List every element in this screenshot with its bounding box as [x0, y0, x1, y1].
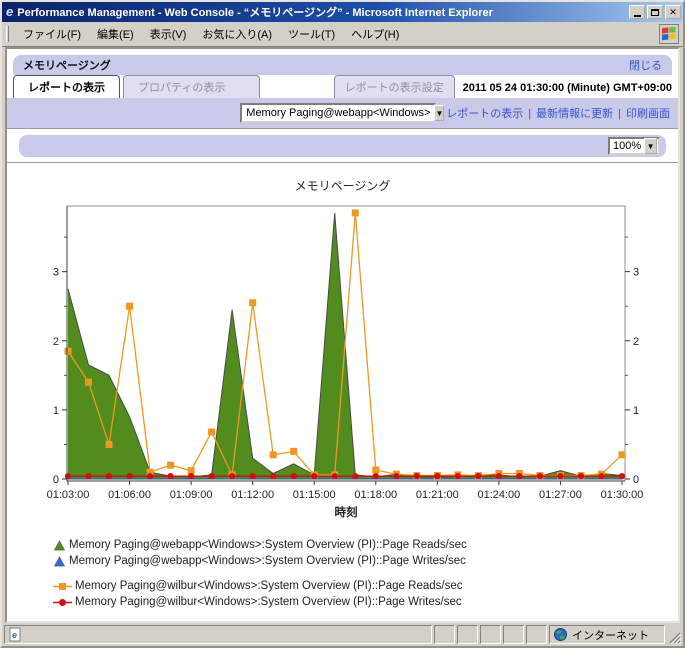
svg-text:01:24:00: 01:24:00	[477, 489, 520, 501]
svg-text:0: 0	[53, 474, 59, 486]
zoom-bar: 100% ▼	[19, 135, 666, 157]
panel-header: メモリページング 閉じる	[13, 55, 672, 75]
status-panel	[434, 625, 455, 644]
zoom-select-value: 100%	[610, 140, 644, 152]
menu-grip	[6, 26, 9, 42]
title-bar: e Performance Management - Web Console -…	[2, 2, 683, 22]
report-select[interactable]: Memory Paging@webapp<Windows> ▼	[240, 103, 436, 123]
legend-group: Memory Paging@webapp<Windows>:System Ove…	[53, 537, 678, 569]
legend-item: Memory Paging@wilbur<Windows>:System Ove…	[53, 578, 678, 594]
menu-file[interactable]: ファイル(F)	[15, 23, 89, 45]
minimize-button[interactable]	[629, 5, 645, 19]
status-panel	[457, 625, 478, 644]
svg-text:01:27:00: 01:27:00	[539, 489, 582, 501]
status-bar: e インターネット	[2, 623, 683, 646]
svg-text:01:03:00: 01:03:00	[47, 489, 90, 501]
chevron-down-icon: ▼	[644, 138, 657, 154]
link-separator: |	[618, 108, 621, 120]
menu-view[interactable]: 表示(V)	[142, 23, 195, 45]
refresh-link[interactable]: 最新情報に更新	[536, 108, 613, 120]
globe-icon	[554, 628, 567, 641]
svg-text:01:18:00: 01:18:00	[354, 489, 397, 501]
menu-bar: ファイル(F) 編集(E) 表示(V) お気に入り(A) ツール(T) ヘルプ(…	[2, 22, 683, 47]
maximize-icon	[651, 9, 659, 16]
chart-title: メモリページング	[7, 177, 678, 194]
print-view-link[interactable]: 印刷画面	[626, 108, 670, 120]
menu-favorites[interactable]: お気に入り(A)	[194, 23, 280, 45]
close-icon: ✕	[669, 8, 677, 17]
windows-logo-icon	[659, 24, 679, 44]
svg-text:01:06:00: 01:06:00	[108, 489, 151, 501]
legend-item: Memory Paging@webapp<Windows>:System Ove…	[53, 537, 678, 553]
status-panel	[503, 625, 524, 644]
svg-text:3: 3	[53, 267, 59, 279]
svg-text:3: 3	[633, 267, 639, 279]
close-button[interactable]: ✕	[665, 5, 681, 19]
maximize-button[interactable]	[647, 5, 663, 19]
zoom-select[interactable]: 100% ▼	[608, 137, 660, 155]
page-icon: e	[9, 627, 22, 642]
svg-text:01:12:00: 01:12:00	[231, 489, 274, 501]
zoom-section: 100% ▼	[7, 130, 678, 163]
area-marker-icon	[53, 556, 66, 567]
resize-grip[interactable]	[667, 625, 681, 644]
panel-title: メモリページング	[23, 57, 629, 73]
status-panel	[526, 625, 547, 644]
report-timestamp: 2011 05 24 01:30:00 (Minute) GMT+09:00	[463, 82, 672, 98]
svg-text:0: 0	[633, 474, 639, 486]
menu-help[interactable]: ヘルプ(H)	[343, 23, 407, 45]
tab-property-view[interactable]: プロパティの表示	[123, 75, 260, 98]
legend-label: Memory Paging@wilbur<Windows>:System Ove…	[75, 596, 462, 608]
legend-item: Memory Paging@webapp<Windows>:System Ove…	[53, 553, 678, 569]
status-message-panel: e	[4, 625, 432, 644]
area-marker-icon	[53, 540, 66, 551]
chart-legend: Memory Paging@webapp<Windows>:System Ove…	[53, 537, 678, 619]
svg-text:01:09:00: 01:09:00	[170, 489, 213, 501]
svg-text:時刻: 時刻	[335, 505, 358, 519]
legend-item: Memory Paging@wilbur<Windows>:System Ove…	[53, 594, 678, 610]
ie-logo-icon: e	[6, 5, 13, 19]
menu-tools[interactable]: ツール(T)	[280, 23, 343, 45]
svg-text:2: 2	[53, 336, 59, 348]
legend-label: Memory Paging@webapp<Windows>:System Ove…	[69, 555, 466, 567]
minimize-icon	[634, 15, 641, 17]
legend-group: Memory Paging@wilbur<Windows>:System Ove…	[53, 578, 678, 610]
security-zone-panel: インターネット	[549, 625, 665, 644]
tab-report-view[interactable]: レポートの表示	[13, 75, 120, 98]
svg-text:1: 1	[53, 405, 59, 417]
report-toolbar: Memory Paging@webapp<Windows> ▼ レポートの表示 |…	[7, 98, 678, 128]
svg-text:1: 1	[633, 405, 639, 417]
line-circle-marker-icon	[53, 598, 72, 607]
tab-report-settings[interactable]: レポートの表示設定	[334, 75, 455, 98]
menu-edit[interactable]: 編集(E)	[89, 23, 142, 45]
chart-section: メモリページング 0 0 1 1 2 2 3 3 01:03:00 01:06:00 01:09:0…	[7, 163, 678, 621]
page-content: メモリページング 閉じる レポートの表示 プロパティの表示 レポートの表示設定 …	[5, 47, 680, 623]
svg-text:01:30:00: 01:30:00	[601, 489, 644, 501]
close-panel-link[interactable]: 閉じる	[629, 57, 662, 73]
tab-row: レポートの表示 プロパティの表示 レポートの表示設定 2011 05 24 01…	[7, 75, 678, 98]
legend-label: Memory Paging@wilbur<Windows>:System Ove…	[75, 580, 462, 592]
line-square-marker-icon	[53, 582, 72, 591]
window-title: Performance Management - Web Console - “…	[17, 4, 627, 20]
svg-text:01:15:00: 01:15:00	[293, 489, 336, 501]
svg-text:01:21:00: 01:21:00	[416, 489, 459, 501]
svg-text:e: e	[12, 630, 17, 640]
zone-label: インターネット	[572, 627, 649, 643]
memory-paging-chart: 0 0 1 1 2 2 3 3 01:03:00 01:06:00 01:09:00 01:12:00…	[27, 198, 678, 535]
report-select-value: Memory Paging@webapp<Windows>	[242, 107, 434, 119]
legend-label: Memory Paging@webapp<Windows>:System Ove…	[69, 539, 467, 551]
svg-text:2: 2	[633, 336, 639, 348]
chevron-down-icon: ▼	[434, 105, 444, 121]
status-panel	[480, 625, 501, 644]
show-report-link[interactable]: レポートの表示	[446, 108, 523, 120]
browser-window: e Performance Management - Web Console -…	[0, 0, 685, 648]
link-separator: |	[528, 108, 531, 120]
